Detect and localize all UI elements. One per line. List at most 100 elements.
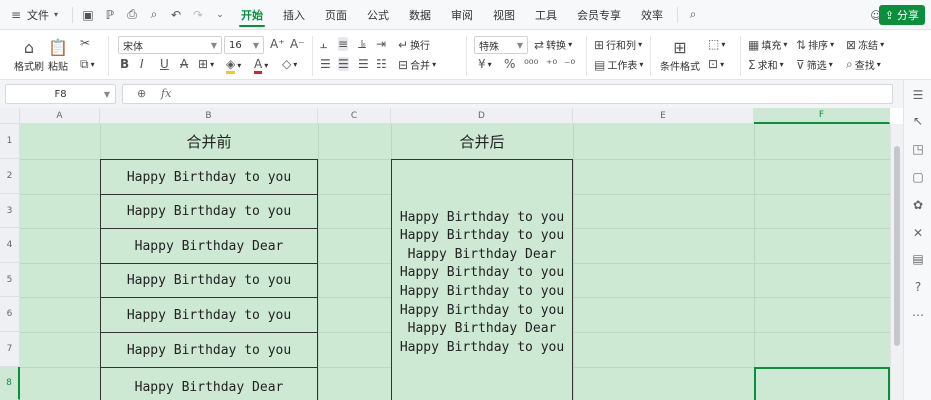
format-painter-button[interactable]: ⌂ 格式刷	[14, 36, 44, 74]
row-header-5[interactable]: 5	[0, 263, 20, 297]
row-header-8[interactable]: 8	[0, 367, 20, 400]
tab-formula[interactable]: 公式	[357, 0, 399, 30]
tools-icon[interactable]: ✕	[911, 226, 925, 240]
currency-button[interactable]: ¥ ▾	[478, 57, 492, 71]
vertical-scrollbar[interactable]	[890, 124, 903, 400]
cell-b6[interactable]: Happy Birthday to you	[100, 297, 318, 333]
tab-insert[interactable]: 插入	[273, 0, 315, 30]
strikethrough-button[interactable]: A	[180, 57, 188, 71]
formula-input[interactable]: ⊕ fx	[122, 84, 893, 104]
row-header-6[interactable]: 6	[0, 297, 20, 332]
align-middle-button[interactable]: ≡	[338, 37, 349, 51]
column-header-c[interactable]: C	[318, 108, 391, 124]
sliders-icon[interactable]: ☰	[911, 88, 925, 102]
share-button[interactable]: ⇪ 分享	[878, 5, 925, 25]
cut-button[interactable]: ✂	[80, 36, 90, 50]
decrease-font-button[interactable]: A⁻	[290, 37, 305, 51]
more-icon[interactable]: ⋯	[911, 308, 925, 322]
underline-button[interactable]: U	[160, 57, 169, 71]
increase-decimal-button[interactable]: ⁺⁰	[546, 57, 557, 71]
scrollbar-thumb[interactable]	[894, 146, 900, 346]
save-icon[interactable]: ▣	[79, 6, 97, 24]
italic-button[interactable]: I	[140, 57, 144, 71]
column-header-a[interactable]: A	[20, 108, 100, 124]
print-icon[interactable]: ⎙	[123, 6, 141, 24]
cell-style-button[interactable]: ⬚ ▾	[708, 37, 725, 51]
note-icon[interactable]: ▢	[911, 170, 925, 184]
print-preview-icon[interactable]: ⌕	[145, 6, 163, 24]
fill-color-button[interactable]: ◈ ▾	[226, 57, 241, 74]
font-size-select[interactable]: 16 ▼	[224, 36, 264, 54]
align-left-button[interactable]: ☰	[320, 57, 331, 71]
freeze-button[interactable]: ⊠ 冻结 ▾	[846, 37, 884, 53]
file-menu[interactable]: ≡ 文件 ▾	[0, 0, 68, 30]
find-button[interactable]: ⌕ 查找 ▾	[846, 57, 881, 72]
row-col-button[interactable]: ⊞ 行和列 ▾	[594, 37, 642, 53]
row-header-1[interactable]: 1	[0, 124, 20, 159]
column-header-d[interactable]: D	[391, 108, 573, 124]
help-icon[interactable]: ?	[911, 280, 925, 294]
cell-d1[interactable]: 合并后	[391, 124, 573, 159]
cell-b3[interactable]: Happy Birthday to you	[100, 194, 318, 229]
book-icon[interactable]: ▤	[911, 252, 925, 266]
copy-button[interactable]: ⧉ ▾	[80, 57, 95, 72]
row-header-3[interactable]: 3	[0, 194, 20, 228]
table-style-button[interactable]: ⊡ ▾	[708, 57, 724, 71]
increase-font-button[interactable]: A⁺	[270, 37, 285, 51]
row-header-7[interactable]: 7	[0, 332, 20, 367]
fill-button[interactable]: ▦ 填充 ▾	[748, 37, 787, 53]
cell-b8[interactable]: Happy Birthday Dear	[100, 367, 318, 400]
convert-button[interactable]: ⇄ 转换 ▾	[534, 37, 572, 53]
active-cell-selection[interactable]	[754, 367, 890, 400]
paste-button[interactable]: 📋 粘贴	[48, 36, 68, 74]
clear-format-button[interactable]: ◇ ▾	[282, 57, 297, 71]
shapes-icon[interactable]: ◳	[911, 142, 925, 156]
align-bottom-button[interactable]: ⫡	[358, 37, 366, 52]
name-box[interactable]: F8 ▼	[5, 84, 116, 104]
zoom-icon[interactable]: ⊕	[137, 87, 146, 100]
percent-button[interactable]: %	[504, 57, 515, 71]
border-button[interactable]: ⊞ ▾	[198, 57, 214, 71]
tab-home[interactable]: 开始	[231, 0, 273, 30]
thousands-button[interactable]: ⁰⁰⁰	[524, 57, 538, 71]
tab-page[interactable]: 页面	[315, 0, 357, 30]
merged-cell-d2[interactable]: Happy Birthday to you Happy Birthday to …	[391, 159, 573, 400]
number-format-select[interactable]: 特殊 ▼	[474, 36, 528, 54]
row-header-2[interactable]: 2	[0, 159, 20, 194]
tab-member[interactable]: 会员专享	[567, 0, 631, 30]
tab-review[interactable]: 审阅	[441, 0, 483, 30]
cell-b7[interactable]: Happy Birthday to you	[100, 332, 318, 368]
wrap-text-button[interactable]: ↵ 换行	[398, 37, 430, 53]
row-header-4[interactable]: 4	[0, 228, 20, 263]
cursor-icon[interactable]: ↖	[911, 114, 925, 128]
quick-access-chevron-icon[interactable]: ⌄	[211, 6, 229, 24]
cell-b5[interactable]: Happy Birthday to you	[100, 263, 318, 298]
align-center-button[interactable]: ☰	[338, 57, 349, 71]
paint-icon[interactable]: ✿	[911, 198, 925, 212]
sum-button[interactable]: Σ 求和 ▾	[748, 57, 784, 73]
redo-icon[interactable]: ↷	[189, 6, 207, 24]
indent-button[interactable]: ⇥	[376, 37, 386, 51]
worksheet-button[interactable]: ▤ 工作表 ▾	[594, 57, 643, 73]
font-name-select[interactable]: 宋体 ▼	[118, 36, 222, 54]
cell-area[interactable]: 合并前 合并后 Happy Birthday to you Happy Birt…	[20, 124, 890, 400]
select-all-corner[interactable]	[0, 108, 20, 124]
tab-efficiency[interactable]: 效率	[631, 0, 673, 30]
fx-icon[interactable]: fx	[161, 87, 171, 100]
cell-b1[interactable]: 合并前	[100, 124, 318, 159]
cell-b2[interactable]: Happy Birthday to you	[100, 159, 318, 195]
column-header-f[interactable]: F	[754, 108, 890, 124]
decrease-decimal-button[interactable]: ⁻⁰	[564, 57, 575, 71]
search-icon[interactable]: ⌕	[684, 6, 702, 24]
filter-button[interactable]: ⊽ 筛选 ▾	[796, 57, 833, 73]
merge-button[interactable]: ⊟ 合并 ▾	[398, 57, 436, 73]
cell-b4[interactable]: Happy Birthday Dear	[100, 228, 318, 264]
font-color-button[interactable]: A ▾	[254, 57, 268, 74]
tab-tools[interactable]: 工具	[525, 0, 567, 30]
tab-data[interactable]: 数据	[399, 0, 441, 30]
conditional-format-button[interactable]: ⊞ 条件格式	[660, 36, 700, 74]
pdf-icon[interactable]: ℙ	[101, 6, 119, 24]
sort-button[interactable]: ⇅ 排序 ▾	[796, 37, 834, 53]
tab-view[interactable]: 视图	[483, 0, 525, 30]
align-top-button[interactable]: ⫠	[320, 37, 327, 52]
